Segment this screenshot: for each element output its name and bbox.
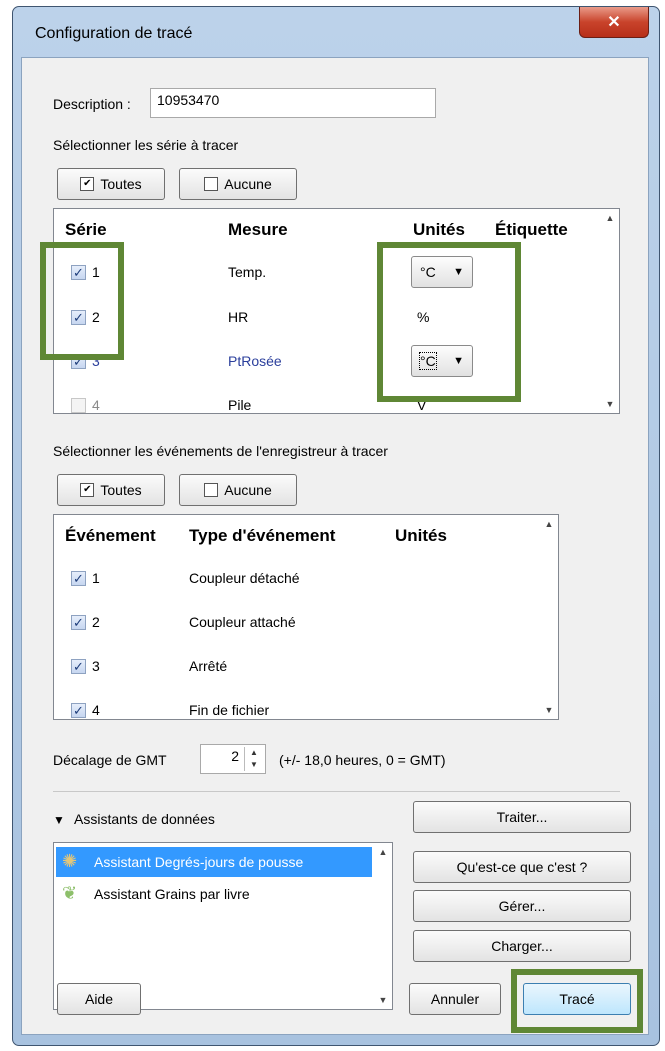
events-select-none-button[interactable]: Aucune <box>179 474 297 506</box>
events-table: Événement Type d'événement Unités ✓ 1 Co… <box>53 514 559 720</box>
event-4-id: 4 <box>92 702 100 718</box>
series-table: Série Mesure Unités Étiquette ✓ 1 Temp. … <box>53 208 620 414</box>
scroll-down-icon[interactable]: ▼ <box>540 701 558 719</box>
what-is-this-button[interactable]: Qu'est-ce que c'est ? <box>413 851 631 883</box>
cancel-button[interactable]: Annuler <box>409 983 501 1015</box>
events-select-none-label: Aucune <box>224 482 272 498</box>
load-button[interactable]: Charger... <box>413 930 631 962</box>
series-select-none-button[interactable]: Aucune <box>179 168 297 200</box>
description-input[interactable]: 10953470 <box>150 88 436 118</box>
event-3-checkbox[interactable]: ✓ <box>71 659 86 674</box>
assistant-grains-per-pound: Assistant Grains par livre <box>94 886 250 902</box>
help-button[interactable]: Aide <box>57 983 141 1015</box>
description-label: Description : <box>53 96 131 112</box>
event-type-column-header: Type d'événement <box>189 526 336 545</box>
checkbox-checked-icon: ✔ <box>80 177 95 191</box>
event-4-checkbox[interactable]: ✓ <box>71 703 86 718</box>
series-select-none-label: Aucune <box>224 176 272 192</box>
event-units-column-header: Unités <box>395 526 447 545</box>
events-select-all-button[interactable]: ✔ Toutes <box>57 474 165 506</box>
assistants-scrollbar[interactable]: ▲ ▼ <box>374 843 392 1009</box>
divider <box>53 791 620 792</box>
series-4-id: 4 <box>92 397 100 413</box>
checkbox-empty-icon <box>204 177 219 191</box>
spinner-arrows-icon[interactable]: ▲ ▼ <box>244 747 263 771</box>
grain-icon: ❦ <box>62 883 78 903</box>
dialog-body: Description : 10953470 Sélectionner les … <box>21 57 649 1035</box>
series-checkbox-highlight <box>40 242 124 360</box>
measure-column-header: Mesure <box>228 220 288 239</box>
units-column-header: Unités <box>413 220 465 239</box>
list-item[interactable]: ❦ Assistant Grains par livre <box>56 879 372 909</box>
checkbox-checked-icon: ✔ <box>80 483 95 497</box>
scroll-up-icon[interactable]: ▲ <box>540 515 558 533</box>
events-heading: Sélectionner les événements de l'enregis… <box>53 443 388 459</box>
series-1-measure: Temp. <box>228 264 267 280</box>
assistants-heading: Assistants de données <box>74 811 215 827</box>
event-4-type: Fin de fichier <box>189 702 270 718</box>
event-2-checkbox[interactable]: ✓ <box>71 615 86 630</box>
checkbox-empty-icon <box>204 483 219 497</box>
event-1-checkbox[interactable]: ✓ <box>71 571 86 586</box>
series-scrollbar[interactable]: ▲ ▼ <box>601 209 619 413</box>
scroll-up-icon[interactable]: ▲ <box>601 209 619 227</box>
events-scrollbar[interactable]: ▲ ▼ <box>540 515 558 719</box>
collapse-triangle-icon[interactable]: ▼ <box>53 813 65 827</box>
close-icon: ✕ <box>607 14 621 31</box>
close-button[interactable]: ✕ <box>579 7 649 38</box>
series-select-all-button[interactable]: ✔ Toutes <box>57 168 165 200</box>
series-column-header: Série <box>65 220 107 239</box>
gmt-hint: (+/- 18,0 heures, 0 = GMT) <box>279 752 446 768</box>
gmt-label: Décalage de GMT <box>53 752 167 768</box>
list-item-selected[interactable]: ✺ Assistant Degrés-jours de pousse <box>56 847 372 877</box>
event-column-header: Événement <box>65 526 156 545</box>
gmt-offset-spinner[interactable]: 2 ▲ ▼ <box>200 744 266 774</box>
event-3-id: 3 <box>92 658 100 674</box>
manage-button[interactable]: Gérer... <box>413 890 631 922</box>
window-title: Configuration de tracé <box>35 25 193 42</box>
label-column-header: Étiquette <box>495 220 568 239</box>
sunflower-icon: ✺ <box>62 851 78 871</box>
scroll-down-icon[interactable]: ▼ <box>601 395 619 413</box>
series-4-checkbox[interactable] <box>71 398 86 413</box>
series-heading: Sélectionner les série à tracer <box>53 137 239 153</box>
gmt-offset-value: 2 <box>231 748 239 764</box>
series-2-measure: HR <box>228 309 249 325</box>
desktop-edge <box>0 0 10 1051</box>
process-button[interactable]: Traiter... <box>413 801 631 833</box>
series-3-measure: PtRosée <box>228 353 282 369</box>
event-3-type: Arrêté <box>189 658 228 674</box>
plot-button-highlight <box>511 969 643 1033</box>
event-2-id: 2 <box>92 614 100 630</box>
assistant-degree-days: Assistant Degrés-jours de pousse <box>94 854 304 870</box>
series-select-all-label: Toutes <box>100 176 142 192</box>
event-2-type: Coupleur attaché <box>189 614 296 630</box>
event-1-type: Coupleur détaché <box>189 570 300 586</box>
series-4-measure: Pile <box>228 397 252 413</box>
event-1-id: 1 <box>92 570 100 586</box>
events-select-all-label: Toutes <box>100 482 142 498</box>
title-bar: Configuration de tracé ✕ <box>13 7 659 59</box>
scroll-up-icon[interactable]: ▲ <box>374 843 392 861</box>
units-highlight <box>377 242 521 402</box>
scroll-down-icon[interactable]: ▼ <box>374 991 392 1009</box>
dialog-window: Configuration de tracé ✕ Description : 1… <box>12 6 660 1046</box>
